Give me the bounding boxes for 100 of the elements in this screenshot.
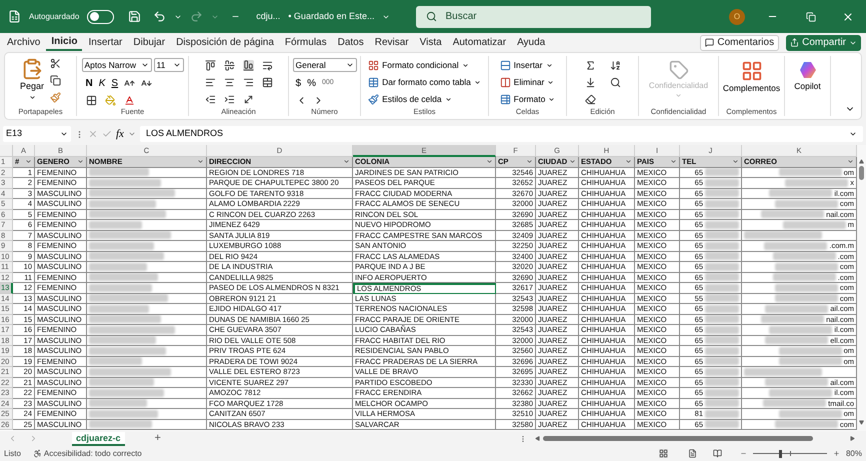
underline-button[interactable]: S [111,76,118,91]
fill-icon[interactable] [584,77,596,88]
menu-tab[interactable]: Ayuda [512,34,550,51]
page-break-icon[interactable] [712,449,722,458]
scroll-thumb[interactable] [859,166,864,180]
clipboard-icon [21,58,43,80]
styles-menu-button[interactable]: Formato condicional [368,58,481,72]
filter-dropdown-icon[interactable] [197,158,204,166]
restore-icon[interactable] [806,12,816,22]
name-box[interactable]: E13 [3,126,71,142]
menu-tab[interactable]: Disposición de página [171,34,279,51]
addins-button[interactable]: Complementos [722,56,780,95]
close-icon[interactable] [842,10,854,22]
scroll-thumb[interactable] [543,436,813,441]
search-icon[interactable] [610,77,620,88]
font-size-field[interactable]: 11 [154,58,184,72]
styles-menu-button[interactable]: Dar formato como tabla [368,75,481,89]
menu-tab[interactable]: Automatizar [448,34,512,51]
bold-button[interactable]: N [86,76,93,91]
undo-icon[interactable] [153,10,166,23]
scroll-up-icon[interactable] [859,159,864,164]
caret-icon [346,61,354,69]
number-format-field[interactable]: General [292,58,356,72]
redaction-blur [705,399,739,408]
menu-tab[interactable]: Dibujar [128,34,170,51]
filter-dropdown-icon[interactable] [732,158,739,166]
filter-dropdown-icon[interactable] [526,158,533,166]
autosave-toggle[interactable] [87,10,114,24]
table-icon [500,94,511,104]
cut-icon[interactable] [50,58,62,69]
add-sheet-button[interactable]: + [154,430,161,447]
format-painter-icon[interactable] [50,92,62,103]
menu-tab[interactable]: Insertar [83,34,128,51]
fill-color-icon[interactable] [104,95,116,106]
menu-tab[interactable]: Revisar [370,34,414,51]
columns-icon [500,76,511,88]
zoom-slider[interactable] [752,449,827,458]
caret-icon [548,96,556,102]
horizontal-scrollbar[interactable] [535,434,855,443]
filter-dropdown-icon[interactable] [670,158,677,166]
align-middle-icon[interactable] [224,60,234,71]
redaction-blur [89,420,152,428]
merge-icon[interactable] [262,77,272,88]
align-left-icon[interactable] [204,77,216,88]
filter-dropdown-icon[interactable] [847,158,854,166]
search-field[interactable]: Buscar [416,6,652,28]
align-top-icon[interactable] [204,60,216,71]
comments-button[interactable]: Comentarios [700,34,780,50]
align-center-icon[interactable] [224,77,234,88]
filter-dropdown-icon[interactable] [343,158,350,166]
cells-menu-button[interactable]: Formato [500,92,556,106]
menu-tab[interactable]: Fórmulas [280,34,332,51]
font-name-field[interactable]: Aptos Narrow [82,58,152,72]
percent-button[interactable]: % [307,76,316,91]
decrease-font-icon[interactable] [141,78,152,89]
filter-dropdown-icon[interactable] [625,158,632,166]
filter-dropdown-icon[interactable] [486,158,493,166]
redaction-blur [89,410,158,418]
scroll-left-icon[interactable] [535,436,540,441]
sort-icon[interactable] [610,60,620,71]
increase-indent-icon[interactable] [224,94,234,105]
font-color-icon[interactable] [124,95,134,106]
accessibility-button[interactable]: Accesibilidad: todo correcto [32,448,142,460]
formula-field[interactable]: LOS ALMENDROS [140,126,863,142]
scroll-right-icon[interactable] [850,436,855,441]
normal-view-icon[interactable] [658,449,668,458]
redaction-blur [89,242,154,250]
redaction-blur [705,315,739,324]
styles-menu-button[interactable]: Estilos de celda [368,92,481,106]
zoom-in-icon[interactable] [832,450,840,457]
borders-icon[interactable] [86,95,96,106]
filter-dropdown-icon[interactable] [25,158,32,166]
align-bottom-icon[interactable] [242,60,254,71]
share-button[interactable]: Compartir [786,34,861,50]
eraser-icon[interactable] [584,94,596,105]
menu-tab[interactable]: Datos [332,34,369,51]
cells-menu-button[interactable]: Insertar [500,58,556,72]
cells-menu-button[interactable]: Eliminar [500,75,556,89]
vertical-scrollbar[interactable] [857,145,866,431]
save-icon[interactable] [128,10,142,23]
wrap-text-icon[interactable] [262,60,272,71]
page-layout-icon[interactable] [688,449,697,458]
zoom-slider-thumb[interactable] [779,450,782,458]
menu-tab[interactable]: Archivo [2,34,46,51]
paste-button[interactable]: Pegar [20,58,44,100]
align-right-icon[interactable] [242,77,254,88]
decrease-indent-icon[interactable] [204,94,216,105]
copilot-button[interactable]: Copilot [794,56,821,93]
redaction-blur [705,210,739,218]
italic-button[interactable]: K [98,76,106,91]
sheet-tab[interactable]: cdjuarez-c [72,432,125,446]
copy-icon[interactable] [50,75,62,86]
menu-tab[interactable]: Vista [414,34,447,51]
currency-button[interactable]: $ [296,76,302,91]
scroll-down-icon[interactable] [859,420,864,425]
insert-function-button[interactable]: fx [116,126,124,142]
increase-font-icon[interactable] [124,78,136,89]
filter-dropdown-icon[interactable] [77,158,84,166]
filter-dropdown-icon[interactable] [569,158,576,166]
autosum-icon[interactable] [584,60,596,71]
